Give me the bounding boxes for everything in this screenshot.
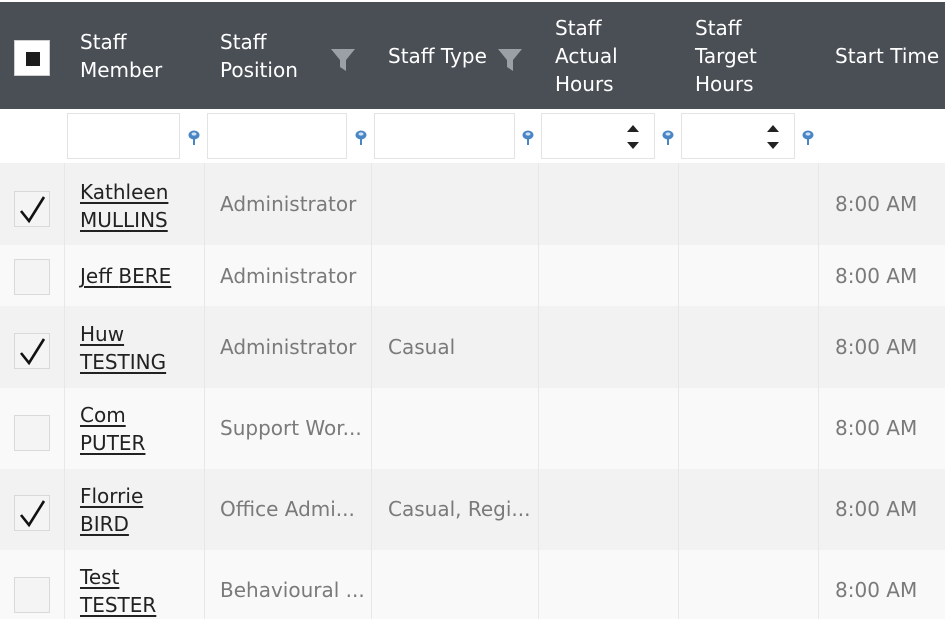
staff-name-link[interactable]: Florrie BIRD	[80, 482, 143, 538]
staff-position-cell: Office Admi...	[220, 497, 355, 521]
checkmark-icon	[19, 500, 46, 528]
column-header-start-time[interactable]: Start Time	[835, 2, 945, 109]
staff-type-cell: Casual, Regi...	[388, 497, 531, 521]
checkmark-icon	[19, 196, 46, 224]
staff-position-cell: Administrator	[220, 264, 357, 288]
filter-funnel-icon[interactable]	[330, 47, 356, 73]
checkmark-icon	[19, 338, 46, 366]
staff-first-name: Jeff	[80, 264, 112, 288]
staff-name-link[interactable]: Kathleen MULLINS	[80, 178, 168, 234]
row-checkbox[interactable]	[14, 333, 50, 369]
filter-options-icon[interactable]	[187, 130, 201, 146]
staff-type-cell: Casual	[388, 335, 456, 359]
table-row[interactable]: Com PUTER Support Wor... 8:00 AM	[0, 388, 945, 469]
column-header-staff-type[interactable]: Staff Type	[388, 2, 498, 109]
staff-position-cell: Administrator	[220, 335, 357, 359]
filter-options-icon[interactable]	[801, 130, 815, 146]
staff-first-name: Huw	[80, 322, 125, 346]
staff-last-name: TESTER	[80, 593, 157, 617]
staff-type-filter-input[interactable]	[375, 114, 514, 158]
table-row[interactable]: Huw TESTING Administrator Casual 8:00 AM	[0, 306, 945, 388]
staff-member-filter-input[interactable]	[68, 114, 179, 158]
column-header-staff-member[interactable]: Staff Member	[80, 2, 200, 109]
actual-hours-filter-field[interactable]	[541, 113, 655, 159]
staff-last-name: BERE	[118, 264, 172, 288]
grid-header: Staff Member Staff Position Staff Type S…	[0, 2, 945, 109]
column-divider	[371, 163, 372, 619]
column-title-staff-member: Staff Member	[80, 29, 163, 82]
numeric-spinner-icon[interactable]	[766, 120, 780, 154]
staff-name-link[interactable]: Test TESTER	[80, 563, 156, 619]
row-checkbox[interactable]	[14, 495, 50, 531]
start-time-cell: 8:00 AM	[835, 497, 918, 521]
table-row[interactable]: Test TESTER Behavioural ... 8:00 AM	[0, 550, 945, 619]
staff-member-filter-field[interactable]	[67, 113, 180, 159]
staff-last-name: PUTER	[80, 431, 146, 455]
column-divider	[678, 163, 679, 619]
start-time-cell: 8:00 AM	[835, 264, 918, 288]
row-checkbox[interactable]	[14, 259, 50, 295]
staff-first-name: Florrie	[80, 484, 144, 508]
staff-position-filter-field[interactable]	[207, 113, 347, 159]
staff-position-cell: Administrator	[220, 192, 357, 216]
staff-position-cell: Support Wor...	[220, 416, 362, 440]
staff-first-name: Kathleen	[80, 180, 169, 204]
column-title-staff-position: Staff Position	[220, 29, 298, 82]
staff-position-cell: Behavioural ...	[220, 578, 365, 602]
column-title-staff-type: Staff Type	[388, 43, 487, 68]
start-time-cell: 8:00 AM	[835, 335, 918, 359]
staff-first-name: Com	[80, 403, 126, 427]
select-all-checkbox[interactable]	[14, 40, 50, 76]
column-divider	[204, 163, 205, 619]
filter-options-icon[interactable]	[521, 130, 535, 146]
numeric-spinner-icon[interactable]	[626, 120, 640, 154]
staff-first-name: Test	[80, 565, 120, 589]
staff-last-name: MULLINS	[80, 208, 168, 232]
column-title-actual-hours: Staff Actual Hours	[555, 15, 618, 96]
table-row[interactable]: Kathleen MULLINS Administrator 8:00 AM	[0, 163, 945, 245]
column-header-staff-position[interactable]: Staff Position	[220, 2, 330, 109]
column-divider	[818, 163, 819, 619]
table-row[interactable]: Jeff BERE Administrator 8:00 AM	[0, 245, 945, 306]
start-time-cell: 8:00 AM	[835, 192, 918, 216]
staff-grid: Staff Member Staff Position Staff Type S…	[0, 0, 945, 619]
column-divider	[538, 163, 539, 619]
filter-options-icon[interactable]	[661, 130, 675, 146]
staff-last-name: TESTING	[80, 350, 167, 374]
start-time-cell: 8:00 AM	[835, 578, 918, 602]
staff-name-link[interactable]: Jeff BERE	[80, 262, 171, 290]
row-checkbox[interactable]	[14, 191, 50, 227]
filter-options-icon[interactable]	[354, 130, 368, 146]
column-header-actual-hours[interactable]: Staff Actual Hours	[555, 2, 665, 109]
staff-type-filter-field[interactable]	[374, 113, 515, 159]
staff-last-name: BIRD	[80, 512, 129, 536]
row-checkbox[interactable]	[14, 415, 50, 451]
column-title-start-time: Start Time	[835, 43, 940, 68]
table-row[interactable]: Florrie BIRD Office Admi... Casual, Regi…	[0, 469, 945, 550]
staff-position-filter-input[interactable]	[208, 114, 346, 158]
column-divider	[64, 163, 65, 619]
row-checkbox[interactable]	[14, 577, 50, 613]
staff-name-link[interactable]: Com PUTER	[80, 401, 145, 457]
column-title-target-hours: Staff Target Hours	[695, 15, 757, 96]
staff-name-link[interactable]: Huw TESTING	[80, 320, 166, 376]
filter-funnel-icon[interactable]	[497, 47, 523, 73]
start-time-cell: 8:00 AM	[835, 416, 918, 440]
indeterminate-square-icon	[26, 52, 40, 66]
column-header-target-hours[interactable]: Staff Target Hours	[695, 2, 805, 109]
target-hours-filter-field[interactable]	[681, 113, 795, 159]
